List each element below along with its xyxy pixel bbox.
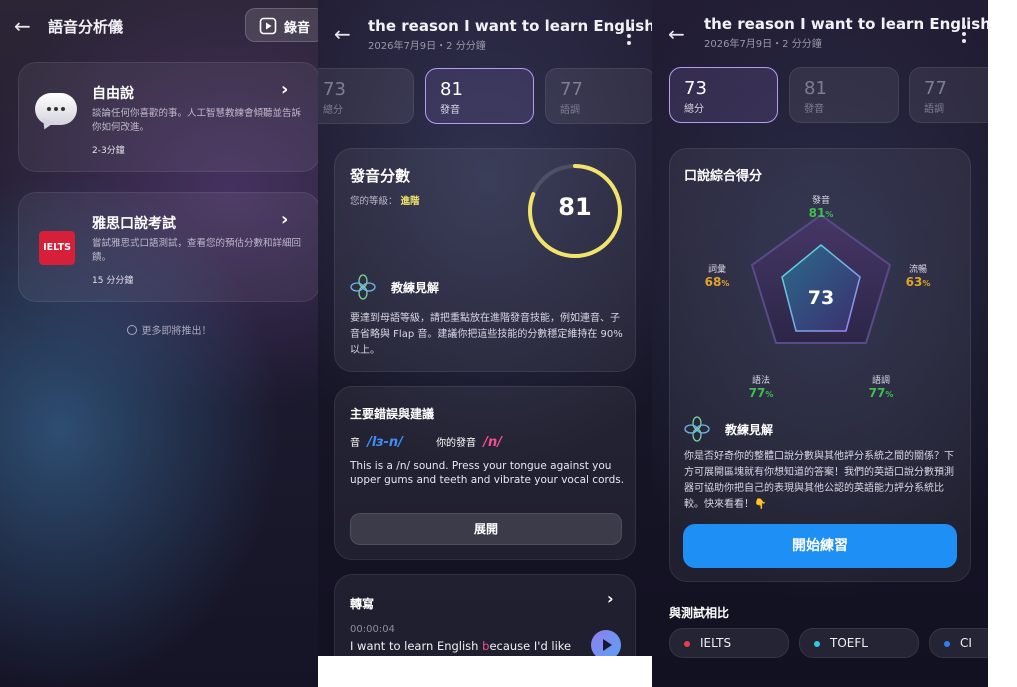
coming-soon-note: 更多即將推出！ <box>0 322 318 337</box>
radar-center-score: 73 <box>807 287 835 309</box>
ielts-description: 嘗試雅思式口語測試，查看您的預估分數和詳細回饋。 <box>92 238 302 263</box>
mistakes-title: 主要錯誤與建議 <box>350 407 435 421</box>
record-button[interactable]: 錄音 <box>245 8 318 42</box>
free-talk-card[interactable]: 自由說 › 談論任何你喜歡的事。人工智慧教練會傾聽並告訴你如何改進。 2-3分鐘 <box>18 62 318 172</box>
mistake-explanation: This is a /n/ sound. Press your tongue a… <box>350 460 625 486</box>
more-options-icon[interactable] <box>962 25 966 46</box>
coach-insight-title: 教練見解 <box>725 423 774 437</box>
coach-insight-text: 要達到母語等級，請把重點放在進階發音技能，例如連音、子音省略與 Flap 音。建… <box>350 313 623 356</box>
transcript-title: 轉寫 <box>350 597 375 611</box>
ielts-card[interactable]: IELTS 雅思口說考試 › 嘗試雅思式口語測試，查看您的預估分數和詳細回饋。 … <box>18 192 318 302</box>
more-options-icon[interactable] <box>627 27 631 48</box>
voice-analyzer-panel: ← 語音分析儀 錄音 自由說 › 談論任何你喜歡的事。人工智慧教練會傾聽並告訴你… <box>0 0 318 687</box>
target-ipa: /lɜ-n/ <box>367 435 403 450</box>
coach-flower-icon <box>350 274 376 300</box>
free-talk-duration: 2-3分鐘 <box>92 146 125 156</box>
free-talk-title: 自由說 <box>92 86 134 102</box>
compare-ielts[interactable]: IELTS <box>669 628 789 658</box>
your-ipa: /n/ <box>483 435 503 450</box>
chevron-right-icon: › <box>607 589 614 608</box>
radar-label-grammar: 語法 77% <box>748 376 774 400</box>
tab-pronunciation[interactable]: 81 發音 <box>425 68 534 124</box>
level-row: 您的等級： 進階 <box>350 196 420 207</box>
transcript-text: I want to learn English because I'd like <box>350 639 572 653</box>
compare-title: 與測試相比 <box>669 606 730 620</box>
score-value: 81 <box>558 193 592 221</box>
play-box-icon <box>259 17 277 35</box>
page-title: 語音分析儀 <box>48 18 124 36</box>
radar-label-vocabulary: 詞彙 68% <box>704 265 730 289</box>
coach-insight-text: 你是否好奇你的整體口說分數與其他評分系統之間的關係？下方可展開區塊就有你想知道的… <box>684 451 954 510</box>
ielts-duration: 15 分分鐘 <box>92 276 134 286</box>
back-arrow-icon[interactable]: ← <box>14 16 31 36</box>
speech-bubble-icon <box>35 93 79 132</box>
overall-score-panel: ← the reason I want to learn English 202… <box>652 0 988 687</box>
level-value: 進階 <box>400 196 420 207</box>
chevron-right-icon: › <box>281 79 289 100</box>
score-card-title: 發音分數 <box>350 167 411 185</box>
free-talk-description: 談論任何你喜歡的事。人工智慧教練會傾聽並告訴你如何改進。 <box>92 108 302 133</box>
ielts-dot <box>684 640 690 647</box>
clock-icon <box>126 325 137 335</box>
tab-overall[interactable]: 73 總分 <box>318 68 414 124</box>
tab-overall[interactable]: 73 總分 <box>669 67 778 123</box>
back-arrow-icon[interactable]: ← <box>334 24 351 44</box>
transcript-time: 00:00:04 <box>350 624 395 635</box>
pronunciation-score-card: 發音分數 您的等級： 進階 81 教練見解 要達到母語等級，請把重點放在進階發音… <box>334 148 636 372</box>
overall-score-card: 口說綜合得分 73 發音 81% 流暢 63% 語調 77% 語法 77% 詞彙… <box>669 148 971 582</box>
other-dot <box>944 640 950 647</box>
back-arrow-icon[interactable]: ← <box>668 24 685 44</box>
radar-label-pronunciation: 發音 81% <box>808 196 834 220</box>
record-label: 錄音 <box>284 21 311 36</box>
tab-intonation[interactable]: 77 語調 <box>545 68 652 124</box>
mistakes-card: 主要錯誤與建議 音 /lɜ-n/ 你的發音 /n/ This is a /n/ … <box>334 386 636 560</box>
session-subtitle: 2026年7月9日・2 分分鐘 <box>368 41 486 52</box>
session-title: the reason I want to learn English <box>368 17 652 35</box>
toefl-dot <box>814 640 820 647</box>
compare-other[interactable]: CI <box>929 628 988 658</box>
radar-label-intonation: 語調 77% <box>868 376 894 400</box>
coach-flower-icon <box>684 416 710 442</box>
start-practice-button[interactable]: 開始練習 <box>683 524 957 568</box>
tab-intonation[interactable]: 77 語調 <box>909 67 988 123</box>
coach-insight-title: 教練見解 <box>391 281 440 295</box>
tab-pronunciation[interactable]: 81 發音 <box>789 67 899 123</box>
blank-area <box>988 0 1017 687</box>
pronunciation-panel: ← the reason I want to learn English 202… <box>318 0 652 687</box>
session-title: the reason I want to learn English <box>704 15 988 33</box>
radar-label-fluency: 流暢 63% <box>905 265 931 289</box>
chevron-right-icon: › <box>281 209 289 230</box>
radar-chart <box>751 214 891 344</box>
expand-button[interactable]: 展開 <box>350 513 622 545</box>
session-subtitle: 2026年7月9日・2 分分鐘 <box>704 39 822 50</box>
ielts-logo: IELTS <box>39 231 75 265</box>
sound-row: 音 /lɜ-n/ 你的發音 /n/ <box>350 435 503 450</box>
radar-title: 口說綜合得分 <box>684 169 763 184</box>
ielts-title: 雅思口說考試 <box>92 216 176 232</box>
blank-area <box>318 656 652 687</box>
compare-toefl[interactable]: TOEFL <box>799 628 919 658</box>
